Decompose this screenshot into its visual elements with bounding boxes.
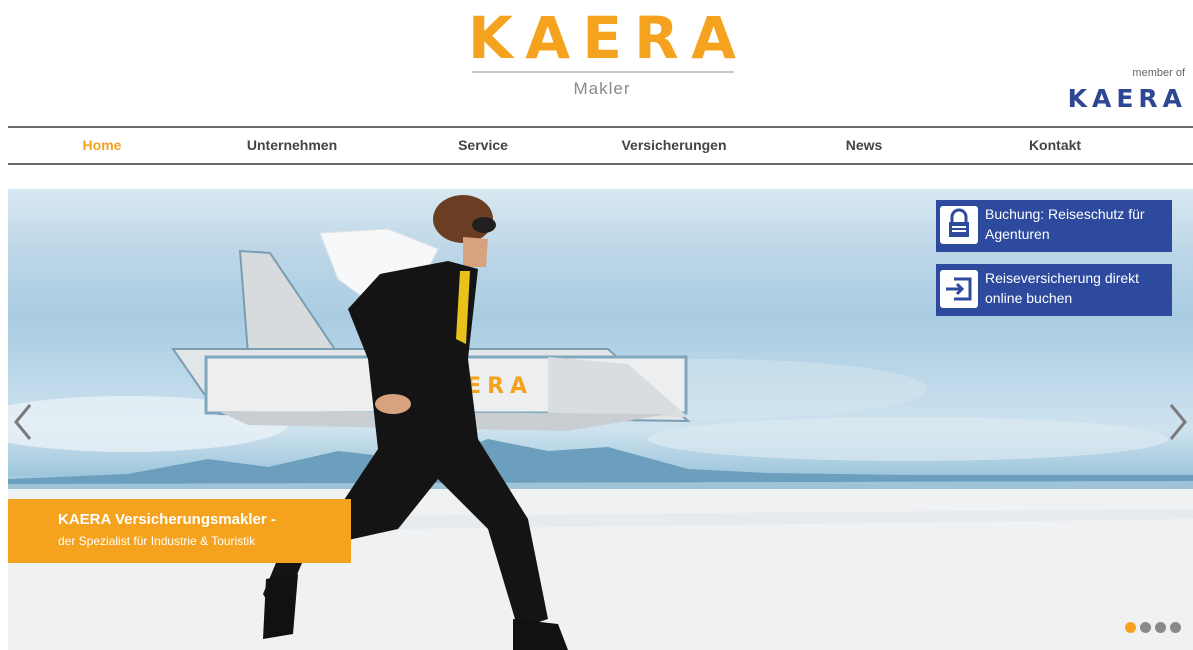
caption-title: KAERA Versicherungsmakler -: [58, 511, 276, 528]
site-logo[interactable]: KAERA Makler: [468, 6, 736, 102]
slider-prev-arrow[interactable]: [8, 397, 38, 447]
slider-dot-1[interactable]: [1125, 622, 1136, 633]
slide-caption: KAERA Versicherungsmakler - der Speziali…: [8, 499, 351, 563]
nav-item-news[interactable]: News: [846, 128, 883, 163]
logo-subtitle: Makler: [573, 79, 631, 98]
member-of-label: member of: [1132, 67, 1185, 79]
nav-item-kontakt[interactable]: Kontakt: [1029, 128, 1081, 163]
logo-divider: [472, 71, 734, 73]
slider-pagination: [1125, 622, 1181, 634]
main-navigation: Home Unternehmen Service Versicherungen …: [8, 126, 1193, 165]
chevron-right-icon: [1169, 404, 1187, 440]
nav-item-service[interactable]: Service: [458, 128, 508, 163]
nav-item-home[interactable]: Home: [83, 128, 122, 163]
member-logo[interactable]: KAERA: [1068, 84, 1187, 113]
booking-agency-button[interactable]: Buchung: Reiseschutz für Agenturen: [936, 200, 1172, 252]
slider-next-arrow[interactable]: [1163, 397, 1193, 447]
slider-dot-3[interactable]: [1155, 622, 1166, 633]
chevron-left-icon: [14, 404, 32, 440]
lock-icon: [940, 206, 978, 244]
nav-item-unternehmen[interactable]: Unternehmen: [247, 128, 337, 163]
hero-image: KAERA: [8, 195, 1193, 650]
booking-agency-label: Buchung: Reiseschutz für Agenturen: [985, 206, 1145, 242]
hero-slider[interactable]: KAERA KAERA Versicherungsmakler - der Sp…: [8, 189, 1193, 650]
online-booking-label: Reiseversicherung direkt online buchen: [985, 270, 1140, 306]
caption-subtitle: der Spezialist für Industrie & Touristik: [58, 534, 256, 548]
nav-item-versicherungen[interactable]: Versicherungen: [621, 128, 726, 163]
logo-text: KAERA: [468, 4, 736, 72]
login-icon: [940, 270, 978, 308]
slider-dot-2[interactable]: [1140, 622, 1151, 633]
online-booking-button[interactable]: Reiseversicherung direkt online buchen: [936, 264, 1172, 316]
slider-dot-4[interactable]: [1170, 622, 1181, 633]
